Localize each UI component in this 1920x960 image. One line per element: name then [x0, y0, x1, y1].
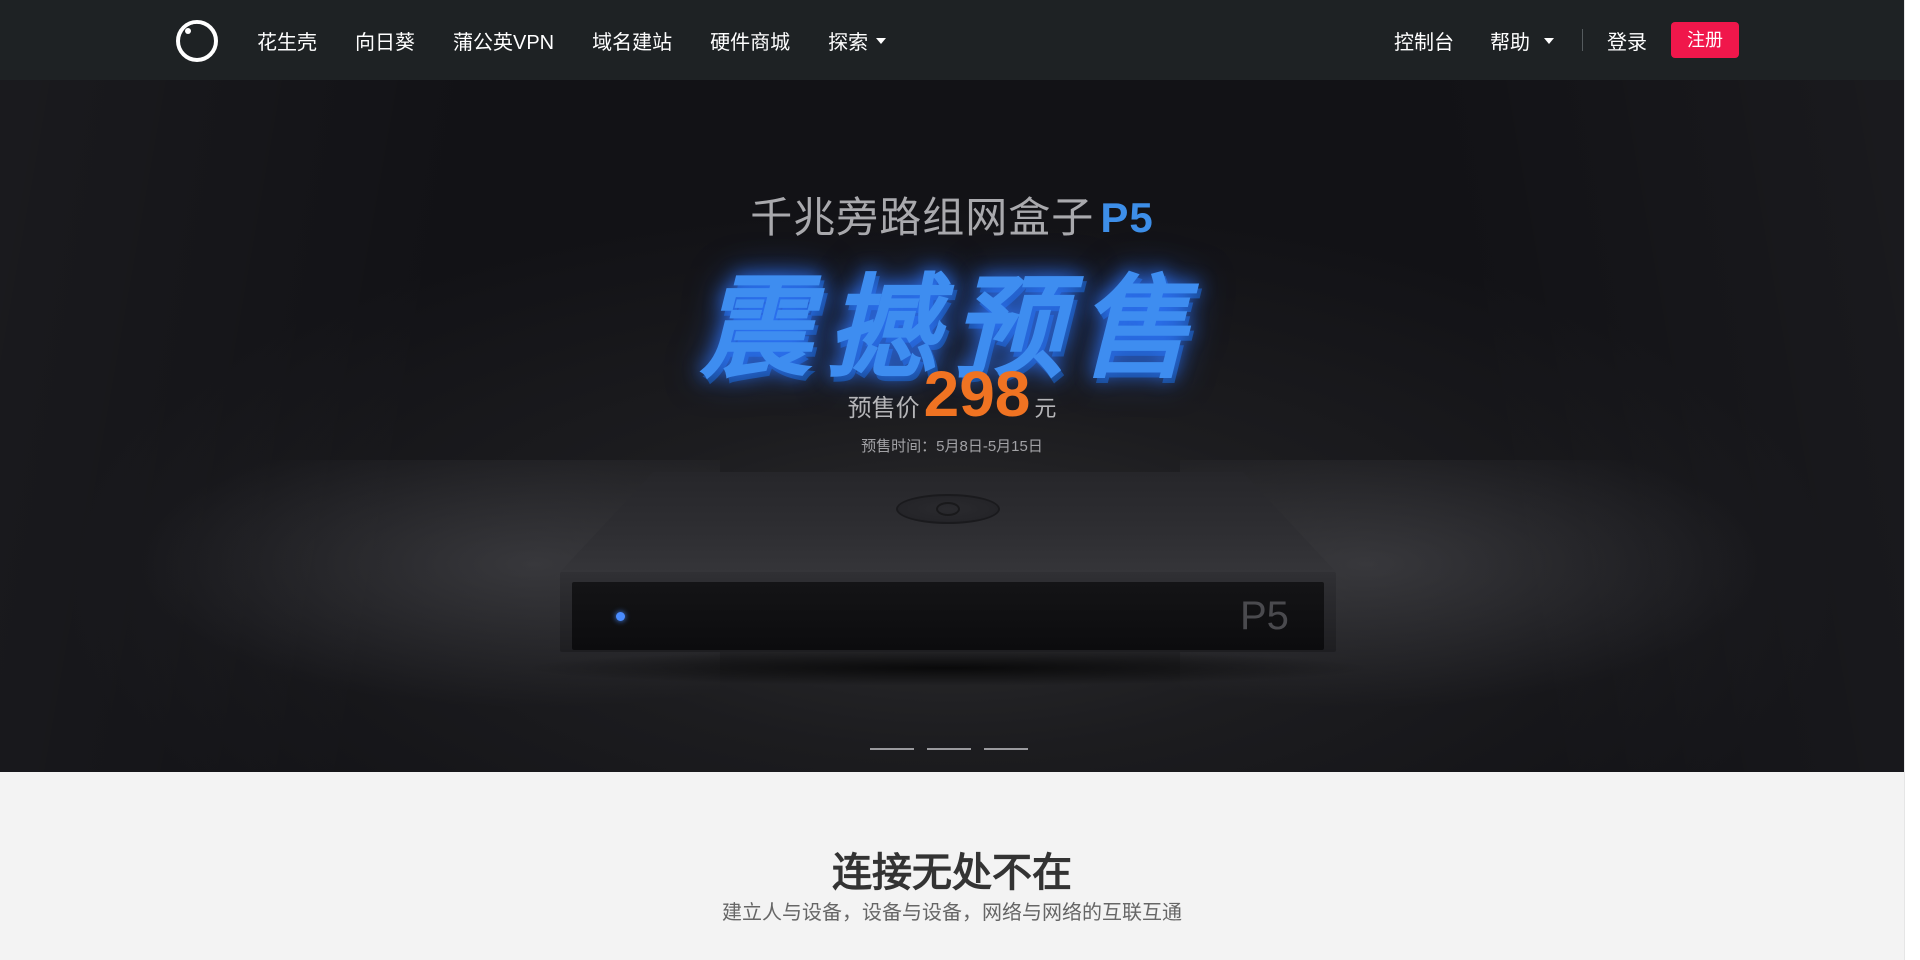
price-row: 预售价298 元	[0, 357, 1904, 431]
device-emblem-inner	[936, 502, 960, 516]
main-menu: 花生壳 向日葵 蒲公英VPN 域名建站 硬件商城 探索	[257, 0, 924, 80]
section-title: 连接无处不在	[832, 851, 1072, 895]
console-label: 控制台	[1394, 31, 1454, 54]
section-subtitle: 建立人与设备，设备与设备，网络与网络的互联互通	[722, 902, 1182, 924]
price-value: 298	[923, 358, 1031, 430]
nav-item-peanut-shell[interactable]: 花生壳	[257, 26, 317, 55]
help-menu[interactable]: 帮助	[1490, 26, 1554, 55]
nav-item-hardware-store[interactable]: 硬件商城	[710, 26, 790, 55]
nav-item-label: 硬件商城	[710, 31, 791, 54]
help-label: 帮助	[1490, 31, 1530, 54]
presale-period: 预售时间：5月8日-5月15日	[861, 438, 1043, 455]
carousel-indicators	[870, 748, 1028, 750]
console-link[interactable]: 控制台	[1394, 26, 1454, 55]
nav-item-sunflower[interactable]: 向日葵	[355, 26, 415, 55]
chevron-down-icon	[876, 38, 887, 44]
device-panel	[572, 582, 1324, 650]
chevron-down-icon	[1544, 38, 1554, 44]
nav-item-label: 花生壳	[257, 31, 317, 54]
hero-banner[interactable]: 千兆旁路组网盒子 P5 震撼预售 预售价298 元 预售时间：5月8日-5月15日 …	[0, 80, 1904, 772]
device-led-icon	[616, 612, 625, 621]
nav-item-label: 向日葵	[355, 31, 415, 54]
page-scrollbar[interactable]	[1904, 0, 1920, 960]
nav-item-label: 域名建站	[592, 31, 673, 54]
logo-icon[interactable]	[175, 19, 219, 63]
carousel-dot-1[interactable]	[870, 748, 914, 750]
login-link[interactable]: 登录	[1607, 26, 1647, 55]
price-label: 预售价	[847, 395, 920, 422]
nav-item-explore[interactable]: 探索	[828, 26, 887, 55]
top-nav: 花生壳 向日葵 蒲公英VPN 域名建站 硬件商城 探索 控制台 帮助 登录 注册	[0, 0, 1904, 80]
nav-item-domain-site[interactable]: 域名建站	[592, 26, 672, 55]
product-image-p5: P5	[520, 472, 1376, 686]
nav-item-label: 探索	[828, 31, 869, 54]
account-menu: 控制台 帮助 登录 注册	[1394, 0, 1739, 80]
carousel-dot-2[interactable]	[927, 748, 971, 750]
register-button[interactable]: 注册	[1671, 22, 1739, 58]
carousel-dot-3[interactable]	[984, 748, 1028, 750]
page: 花生壳 向日葵 蒲公英VPN 域名建站 硬件商城 探索 控制台 帮助 登录 注册…	[0, 0, 1904, 960]
price-unit: 元	[1034, 396, 1057, 421]
device-shadow	[520, 650, 1376, 686]
hero-subtitle: 千兆旁路组网盒子 P5	[0, 184, 1904, 245]
nav-item-dandelion-vpn[interactable]: 蒲公英VPN	[453, 26, 554, 55]
hero-model: P5	[1100, 194, 1154, 241]
nav-divider	[1582, 29, 1583, 51]
hero-subtitle-text: 千兆旁路组网盒子	[750, 194, 1095, 241]
device-label: P5	[1240, 594, 1289, 638]
nav-item-label: 蒲公英VPN	[453, 31, 555, 54]
